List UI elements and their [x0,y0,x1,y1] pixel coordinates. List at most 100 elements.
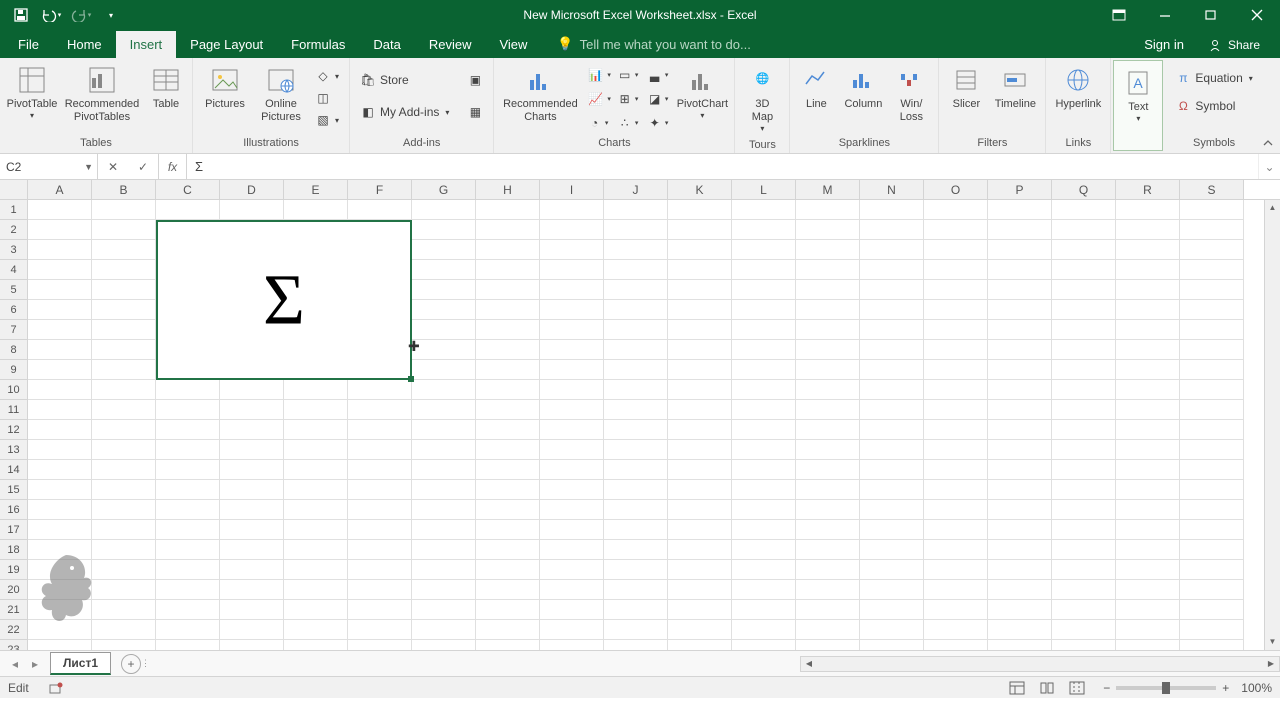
cell[interactable] [1180,320,1244,340]
cell[interactable] [1052,380,1116,400]
cell[interactable] [220,260,284,280]
row-header[interactable]: 22 [0,620,28,640]
cell[interactable] [732,600,796,620]
cell[interactable] [476,360,540,380]
cell[interactable] [1180,520,1244,540]
cell[interactable] [28,500,92,520]
online-pictures-button[interactable]: Online Pictures [255,62,307,126]
new-sheet-button[interactable]: + [121,654,141,674]
cell[interactable] [220,440,284,460]
timeline-button[interactable]: Timeline [991,62,1039,113]
cell[interactable] [860,220,924,240]
cell[interactable] [220,360,284,380]
tab-home[interactable]: Home [53,31,116,58]
cell[interactable] [476,560,540,580]
cell[interactable] [28,200,92,220]
cell[interactable] [348,620,412,640]
cell[interactable] [220,620,284,640]
cell[interactable] [860,320,924,340]
cell[interactable] [988,320,1052,340]
cell[interactable] [412,560,476,580]
cell[interactable] [732,620,796,640]
cell[interactable] [860,360,924,380]
close-button[interactable] [1234,0,1280,30]
cell[interactable] [1180,580,1244,600]
expand-formula-bar[interactable]: ⌄ [1258,154,1280,179]
cell[interactable] [92,480,156,500]
cell[interactable] [540,200,604,220]
cell[interactable] [540,500,604,520]
cell[interactable] [1052,300,1116,320]
cell[interactable] [604,460,668,480]
cell[interactable] [476,400,540,420]
cell[interactable] [1116,560,1180,580]
row-header[interactable]: 6 [0,300,28,320]
cell[interactable] [220,580,284,600]
col-header[interactable]: E [284,180,348,199]
row-header[interactable]: 9 [0,360,28,380]
ribbon-display-options[interactable] [1096,0,1142,30]
cell[interactable] [220,320,284,340]
cell[interactable] [732,340,796,360]
enter-formula-button[interactable]: ✓ [128,160,158,174]
cell[interactable] [924,600,988,620]
page-layout-view-button[interactable] [1033,679,1061,697]
cell[interactable] [668,280,732,300]
cell[interactable] [540,240,604,260]
cell[interactable] [1116,440,1180,460]
cell[interactable] [476,380,540,400]
cell[interactable] [1116,200,1180,220]
cell[interactable] [412,260,476,280]
cell[interactable] [1180,240,1244,260]
cell[interactable] [604,520,668,540]
cell[interactable] [92,240,156,260]
cell[interactable] [156,520,220,540]
cell[interactable] [668,500,732,520]
cell[interactable] [540,600,604,620]
cell[interactable] [284,220,348,240]
scroll-up-button[interactable]: ▲ [1265,200,1280,216]
cell[interactable] [1052,260,1116,280]
cell[interactable] [412,220,476,240]
cell[interactable] [284,480,348,500]
cell[interactable] [1052,560,1116,580]
cell[interactable] [156,580,220,600]
cell[interactable] [1116,420,1180,440]
cell[interactable] [284,600,348,620]
tab-page-layout[interactable]: Page Layout [176,31,277,58]
maximize-button[interactable] [1188,0,1234,30]
cell[interactable] [668,560,732,580]
fx-label[interactable]: fx [159,154,187,179]
pictures-button[interactable]: Pictures [199,62,251,113]
cell[interactable] [92,620,156,640]
cell[interactable] [220,600,284,620]
recommended-pivottables-button[interactable]: Recommended PivotTables [62,62,142,126]
cell[interactable] [796,460,860,480]
cell[interactable] [988,360,1052,380]
cell[interactable] [284,260,348,280]
cell[interactable] [476,320,540,340]
cell[interactable] [348,240,412,260]
minimize-button[interactable] [1142,0,1188,30]
cell[interactable] [1116,320,1180,340]
cell[interactable] [924,280,988,300]
cell[interactable] [412,520,476,540]
cell[interactable] [348,300,412,320]
normal-view-button[interactable] [1003,679,1031,697]
cell[interactable] [924,580,988,600]
cell[interactable] [604,200,668,220]
page-break-view-button[interactable] [1063,679,1091,697]
cell[interactable] [988,520,1052,540]
cell[interactable] [668,300,732,320]
cell[interactable] [412,640,476,650]
cell[interactable] [284,240,348,260]
cell[interactable] [668,420,732,440]
cell[interactable] [1052,340,1116,360]
3d-map-button[interactable]: 🌐3D Map▾ [741,62,783,136]
cell[interactable] [92,580,156,600]
cell[interactable] [732,320,796,340]
cell[interactable] [156,620,220,640]
cell[interactable] [284,640,348,650]
formula-input[interactable]: Σ [187,154,1258,179]
cell[interactable] [540,400,604,420]
